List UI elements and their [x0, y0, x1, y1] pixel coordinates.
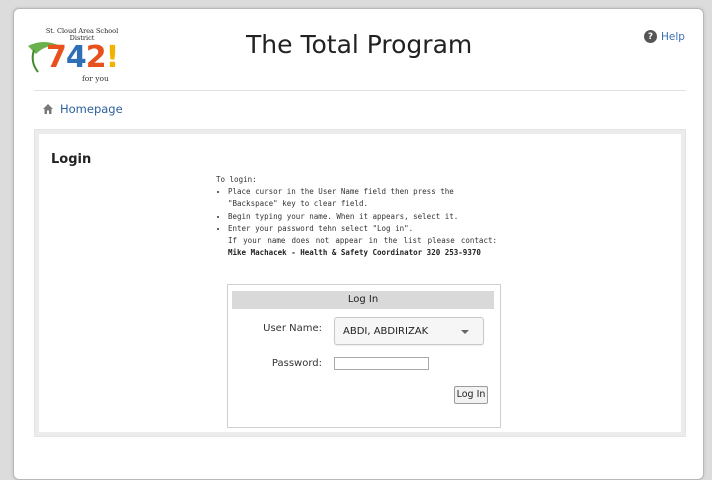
login-heading: Login — [51, 152, 92, 167]
page-title: The Total Program — [246, 30, 473, 59]
login-panel: Login To login: Place cursor in the User… — [34, 129, 686, 437]
instruction-item: Place cursor in the User Name field then… — [228, 186, 497, 210]
logo-number: 742! — [46, 40, 119, 75]
instructions-intro: To login: — [216, 175, 257, 184]
password-field[interactable] — [334, 357, 429, 370]
password-label: Password: — [271, 358, 322, 369]
header-divider — [34, 90, 686, 91]
login-box: Log In User Name: ABDI, ABDIRIZAK Passwo… — [227, 284, 501, 428]
username-label: User Name: — [263, 323, 322, 334]
help-link[interactable]: ? Help — [644, 30, 685, 43]
instruction-item: Begin typing your name. When it appears,… — [228, 211, 497, 223]
login-box-title: Log In — [232, 291, 494, 309]
contact-person: Mike Machacek - Health & Safety Coordina… — [228, 248, 481, 258]
instruction-item: Enter your password tehn select "Log in"… — [228, 223, 497, 235]
contact-note: If your name does not appear in the list… — [228, 236, 497, 258]
logo-tagline: for you — [82, 74, 109, 83]
home-icon — [43, 104, 53, 114]
login-button[interactable]: Log In — [454, 386, 488, 404]
help-icon: ? — [644, 30, 657, 43]
district-logo: St. Cloud Area School District 742! for … — [24, 26, 124, 86]
username-select[interactable]: ABDI, ABDIRIZAK — [334, 317, 484, 345]
homepage-link[interactable]: Homepage — [42, 102, 123, 116]
help-label: Help — [661, 30, 685, 43]
login-instructions: To login: Place cursor in the User Name … — [216, 174, 497, 259]
username-value: ABDI, ABDIRIZAK — [343, 325, 429, 337]
homepage-label: Homepage — [60, 102, 123, 116]
chevron-down-icon — [461, 330, 469, 334]
